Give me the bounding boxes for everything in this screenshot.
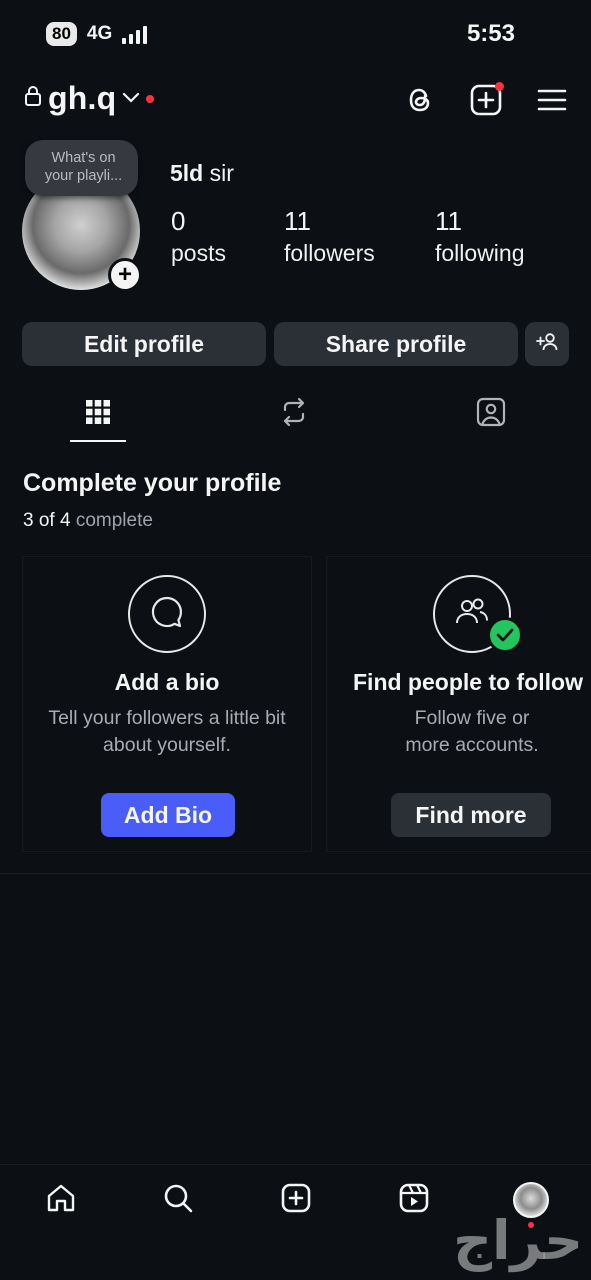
notification-dot bbox=[146, 94, 155, 103]
add-bio-button[interactable]: Add Bio bbox=[101, 793, 235, 837]
section-divider bbox=[0, 873, 591, 874]
chevron-down-icon bbox=[122, 90, 140, 108]
check-icon bbox=[487, 617, 523, 653]
stat-label: posts bbox=[171, 240, 226, 266]
battery-indicator: 80 bbox=[46, 22, 77, 46]
stat-value: 11 bbox=[284, 206, 311, 236]
card-title: Find people to follow bbox=[353, 669, 583, 695]
account-switcher[interactable]: gh.q bbox=[24, 80, 155, 117]
notification-dot bbox=[495, 82, 504, 91]
tagged-icon bbox=[476, 397, 506, 432]
stat-following[interactable]: 11 following bbox=[435, 204, 525, 268]
stat-label: following bbox=[435, 240, 525, 266]
display-name: 5ld sir bbox=[170, 160, 234, 187]
nav-create[interactable] bbox=[276, 1180, 316, 1220]
find-more-button[interactable]: Find more bbox=[391, 793, 551, 837]
card-description: Follow five or more accounts. bbox=[405, 707, 539, 756]
card-icon-circle bbox=[128, 575, 206, 653]
people-icon bbox=[454, 597, 490, 632]
search-icon bbox=[162, 1182, 194, 1219]
threads-icon[interactable] bbox=[402, 82, 438, 118]
tab-reposts[interactable] bbox=[264, 392, 324, 436]
speech-bubble-icon bbox=[150, 595, 184, 634]
add-story-icon[interactable]: + bbox=[108, 258, 142, 292]
profile-progress: 3 of 4 complete bbox=[23, 510, 153, 532]
active-tab-indicator bbox=[70, 440, 126, 442]
section-title: Complete your profile bbox=[23, 469, 282, 497]
stat-followers[interactable]: 11 followers bbox=[284, 204, 375, 268]
watermark-logo: حراج bbox=[453, 1209, 583, 1272]
tab-grid[interactable] bbox=[68, 392, 128, 436]
share-profile-button[interactable]: Share profile bbox=[274, 322, 518, 366]
reels-icon bbox=[398, 1182, 430, 1219]
create-post-icon[interactable] bbox=[468, 82, 504, 118]
card-add-bio: Add a bio Tell your followers a little b… bbox=[22, 556, 312, 852]
card-title: Add a bio bbox=[114, 669, 220, 695]
add-person-icon bbox=[535, 331, 559, 358]
progress-count: 3 of 4 bbox=[23, 510, 71, 531]
stat-value: 11 bbox=[435, 206, 462, 236]
menu-icon[interactable] bbox=[534, 84, 570, 116]
reposts-icon bbox=[280, 397, 308, 432]
card-find-people: Find people to follow Follow five or mor… bbox=[326, 556, 591, 852]
network-type: 4G bbox=[86, 23, 113, 44]
stat-posts[interactable]: 0 posts bbox=[171, 204, 226, 268]
home-icon bbox=[45, 1182, 77, 1219]
status-bar-left: 80 4G bbox=[46, 22, 148, 46]
tab-tagged[interactable] bbox=[461, 392, 521, 436]
lock-icon bbox=[24, 85, 42, 112]
grid-icon bbox=[85, 399, 111, 430]
signal-icon bbox=[122, 24, 148, 44]
progress-label: complete bbox=[70, 510, 153, 531]
nav-reels[interactable] bbox=[394, 1180, 434, 1220]
stat-value: 0 bbox=[171, 206, 186, 236]
nav-home[interactable] bbox=[41, 1180, 81, 1220]
status-time: 5:53 bbox=[466, 20, 515, 47]
display-name-first: 5ld bbox=[170, 160, 204, 186]
bottom-nav-divider bbox=[0, 1164, 591, 1165]
username: gh.q bbox=[48, 80, 117, 116]
edit-profile-button[interactable]: Edit profile bbox=[22, 322, 266, 366]
stat-label: followers bbox=[284, 240, 375, 266]
add-person-button[interactable] bbox=[525, 322, 569, 366]
display-name-rest: sir bbox=[203, 160, 234, 186]
nav-search[interactable] bbox=[158, 1180, 198, 1220]
note-bubble[interactable]: What's on your playli... bbox=[25, 140, 138, 196]
create-icon bbox=[280, 1182, 312, 1219]
card-description: Tell your followers a little bit about y… bbox=[48, 707, 286, 756]
